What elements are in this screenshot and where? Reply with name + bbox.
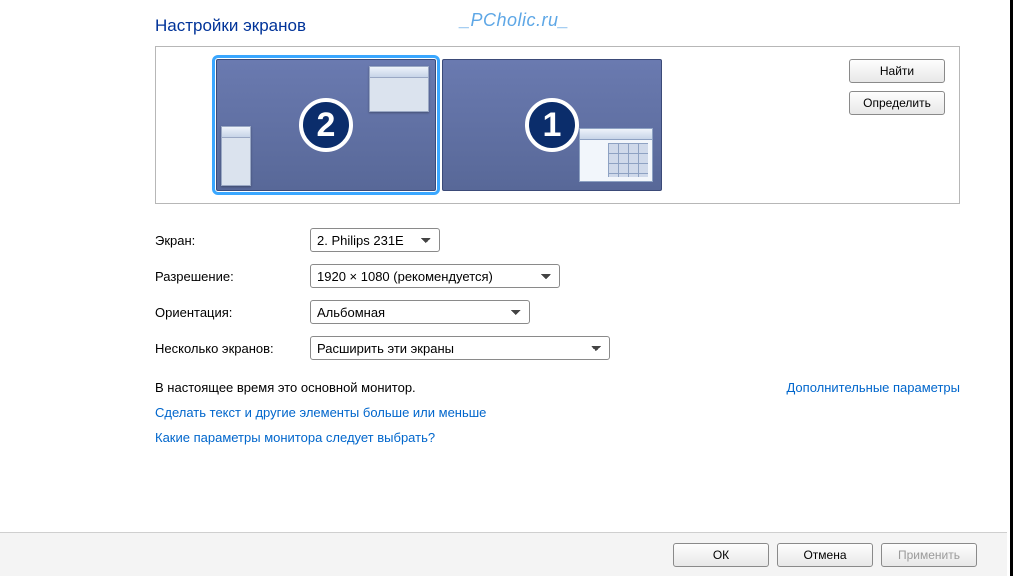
identify-button[interactable]: Определить <box>849 91 945 115</box>
display-select[interactable]: 2. Philips 231E <box>310 228 440 252</box>
resolution-select[interactable]: 1920 × 1080 (рекомендуется) <box>310 264 560 288</box>
settings-panel: Настройки экранов 2 1 Найти Определить Э… <box>0 0 1010 445</box>
display-preview-area: 2 1 Найти Определить <box>155 46 960 204</box>
apply-button[interactable]: Применить <box>881 543 977 567</box>
window-icon <box>369 66 429 112</box>
display-label: Экран: <box>155 233 310 248</box>
multiple-displays-select[interactable]: Расширить эти экраны <box>310 336 610 360</box>
find-button[interactable]: Найти <box>849 59 945 83</box>
dialog-footer: ОК Отмена Применить <box>0 532 1007 576</box>
ok-button[interactable]: ОК <box>673 543 769 567</box>
monitor-1[interactable]: 1 <box>442 59 662 191</box>
advanced-settings-link[interactable]: Дополнительные параметры <box>786 380 960 395</box>
orientation-select[interactable]: Альбомная <box>310 300 530 324</box>
watermark-text: _PCholic.ru_ <box>460 10 569 31</box>
primary-monitor-status: В настоящее время это основной монитор. <box>155 380 416 395</box>
calendar-icon <box>579 128 653 182</box>
multiple-displays-label: Несколько экранов: <box>155 341 310 356</box>
monitor-2[interactable]: 2 <box>216 59 436 191</box>
resolution-label: Разрешение: <box>155 269 310 284</box>
orientation-label: Ориентация: <box>155 305 310 320</box>
monitor-help-link[interactable]: Какие параметры монитора следует выбрать… <box>155 430 435 445</box>
text-size-link[interactable]: Сделать текст и другие элементы больше и… <box>155 405 486 420</box>
window-icon <box>221 126 251 186</box>
monitor-number: 1 <box>525 98 579 152</box>
monitor-number: 2 <box>299 98 353 152</box>
cancel-button[interactable]: Отмена <box>777 543 873 567</box>
